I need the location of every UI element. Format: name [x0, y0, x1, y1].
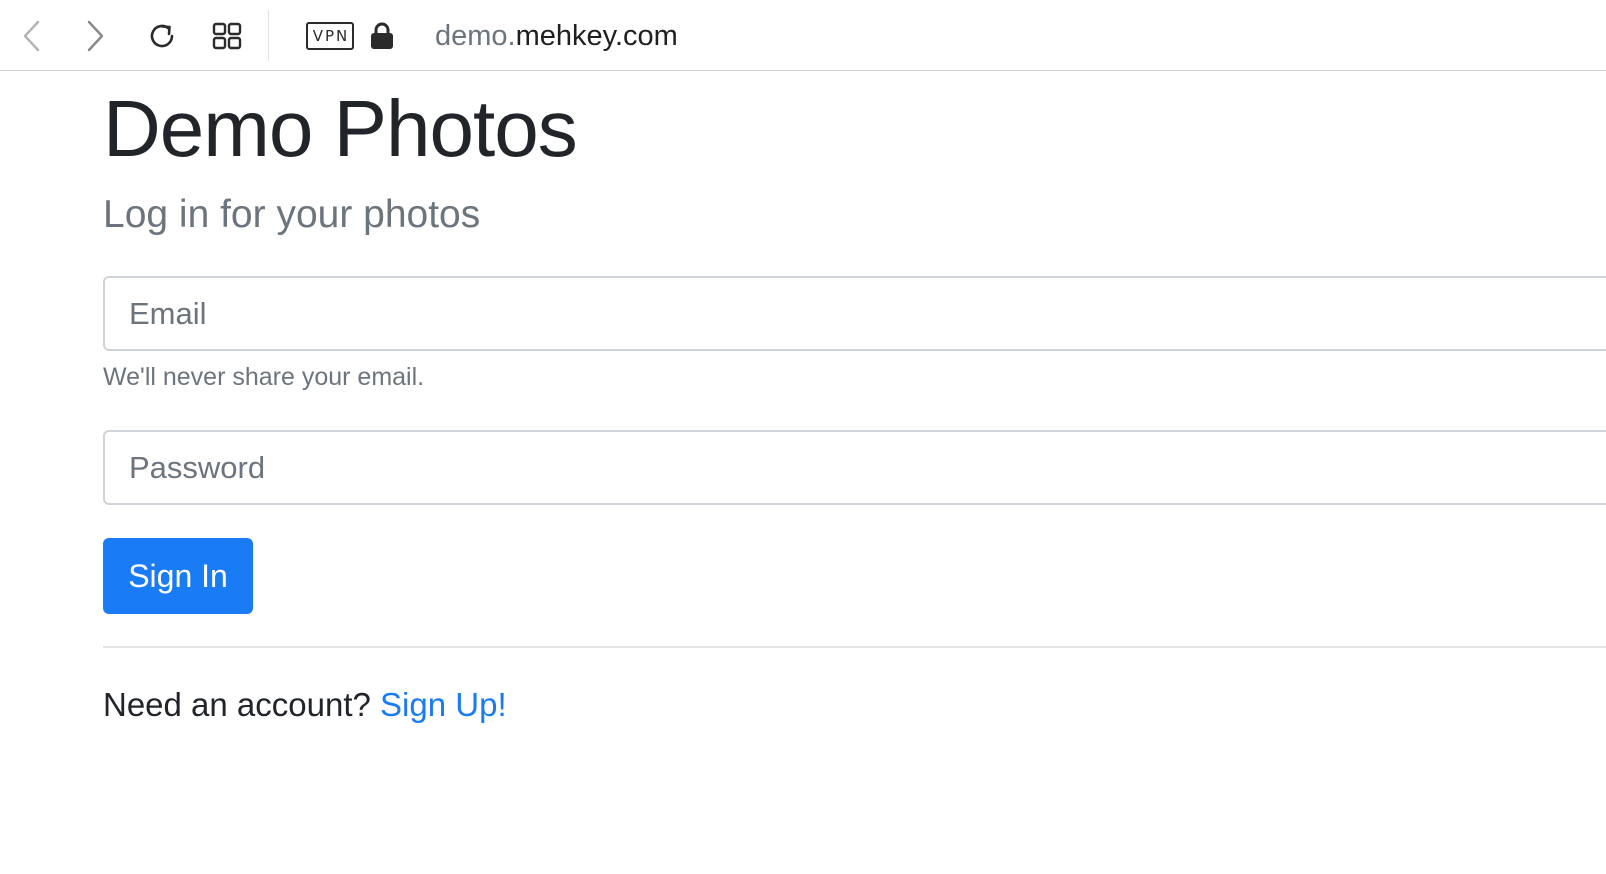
- browser-toolbar: VPN demo.mehkey.com: [0, 0, 1606, 71]
- reload-button[interactable]: [144, 16, 180, 56]
- page-title: Demo Photos: [103, 84, 578, 173]
- forward-button[interactable]: [77, 16, 113, 56]
- reload-icon: [150, 24, 174, 48]
- sign-up-link[interactable]: Sign Up!: [380, 686, 507, 723]
- tab-overview-button[interactable]: [209, 16, 245, 56]
- lock-icon: [371, 22, 393, 49]
- address-bar[interactable]: demo.mehkey.com: [435, 18, 678, 54]
- tab-overview-icon: [212, 22, 242, 50]
- chevron-right-icon: [87, 20, 104, 52]
- sign-in-button[interactable]: Sign In: [103, 538, 253, 614]
- back-button[interactable]: [14, 16, 50, 56]
- email-field[interactable]: [103, 276, 1606, 351]
- password-field[interactable]: [103, 430, 1606, 505]
- signup-prompt-line: Need an account? Sign Up!: [103, 683, 507, 727]
- divider: [103, 646, 1606, 648]
- signup-prompt-text: Need an account?: [103, 686, 371, 723]
- page-subtitle: Log in for your photos: [103, 193, 481, 236]
- toolbar-divider: [268, 10, 269, 61]
- vpn-badge[interactable]: VPN: [306, 22, 354, 50]
- email-help-text: We'll never share your email.: [103, 363, 425, 391]
- url-subdomain: demo.: [435, 20, 516, 52]
- url-domain: mehkey.com: [515, 20, 678, 52]
- chevron-left-icon: [23, 20, 40, 52]
